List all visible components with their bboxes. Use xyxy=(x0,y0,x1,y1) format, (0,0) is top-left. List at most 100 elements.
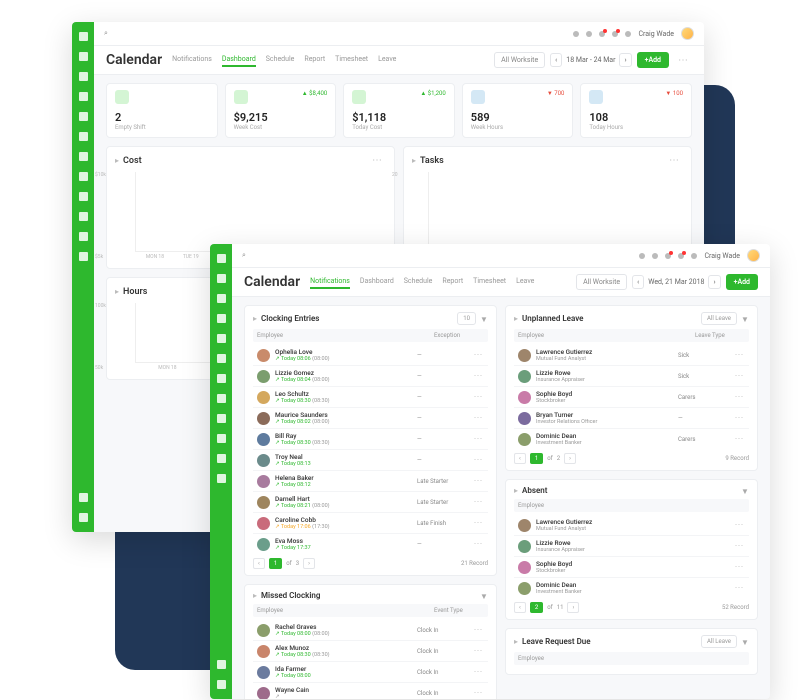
row-menu-icon[interactable]: ⋯ xyxy=(472,413,484,423)
avatar[interactable] xyxy=(747,249,760,262)
table-row[interactable]: Alex Munoz↗ Today 08:30 (08:30)Clock In⋯ xyxy=(253,641,488,662)
page-next[interactable]: › xyxy=(567,602,579,613)
mail-icon[interactable] xyxy=(652,253,658,259)
row-menu-icon[interactable]: ⋯ xyxy=(733,392,745,402)
page-next[interactable]: › xyxy=(303,558,315,569)
tab-notifications[interactable]: Notifications xyxy=(172,53,212,67)
more-icon[interactable]: ⋯ xyxy=(674,55,692,66)
row-menu-icon[interactable]: ⋯ xyxy=(733,562,745,572)
row-menu-icon[interactable]: ⋯ xyxy=(472,518,484,528)
table-row[interactable]: Troy Neal↗ Today 08:13 —⋯ xyxy=(253,450,488,471)
add-button[interactable]: +Add xyxy=(726,274,758,290)
chat-icon[interactable] xyxy=(678,253,684,259)
expand-icon[interactable]: ▸ xyxy=(514,486,518,495)
sidebar-item[interactable] xyxy=(79,152,88,161)
row-menu-icon[interactable]: ⋯ xyxy=(472,434,484,444)
search-icon[interactable]: ⌕ xyxy=(104,29,108,38)
table-row[interactable]: Caroline Cobb↗ Today 17:06 (17:30)Late F… xyxy=(253,513,488,534)
sidebar-item[interactable] xyxy=(79,132,88,141)
tab-dashboard[interactable]: Dashboard xyxy=(222,53,256,67)
row-menu-icon[interactable]: ⋯ xyxy=(733,371,745,381)
expand-icon[interactable]: ▸ xyxy=(412,156,416,165)
table-row[interactable]: Sophie BoydStockbroker⋯ xyxy=(514,557,749,578)
sidebar-item[interactable] xyxy=(217,394,226,403)
row-menu-icon[interactable]: ⋯ xyxy=(733,541,745,551)
row-menu-icon[interactable]: ⋯ xyxy=(472,455,484,465)
tab-timesheet[interactable]: Timesheet xyxy=(335,53,368,67)
table-row[interactable]: Lizzie RoweInsurance Appraiser⋯ xyxy=(514,536,749,557)
sidebar-item[interactable] xyxy=(79,52,88,61)
help-icon[interactable] xyxy=(573,31,579,37)
tab-notifications[interactable]: Notifications xyxy=(310,275,350,289)
table-row[interactable]: Sophie BoydStockbrokerCarers⋯ xyxy=(514,387,749,408)
table-row[interactable]: Leo Schultz↗ Today 08:30 (08:30)—⋯ xyxy=(253,387,488,408)
sidebar-item[interactable] xyxy=(217,434,226,443)
tab-schedule[interactable]: Schedule xyxy=(404,275,433,289)
sidebar-item[interactable] xyxy=(217,454,226,463)
leave-select[interactable]: All Leave xyxy=(701,312,737,325)
tab-report[interactable]: Report xyxy=(304,53,325,67)
row-menu-icon[interactable]: ⋯ xyxy=(472,539,484,549)
sidebar-item[interactable] xyxy=(217,680,226,689)
stat-card[interactable]: ▼ 100108Today Hours xyxy=(580,83,692,138)
sidebar-item[interactable] xyxy=(217,334,226,343)
page-num[interactable]: 1 xyxy=(269,558,282,569)
tab-dashboard[interactable]: Dashboard xyxy=(360,275,394,289)
sidebar-item[interactable] xyxy=(79,112,88,121)
expand-icon[interactable]: ▸ xyxy=(253,591,257,600)
sidebar-item[interactable] xyxy=(217,414,226,423)
row-menu-icon[interactable]: ⋯ xyxy=(733,583,745,593)
date-next[interactable]: › xyxy=(619,53,631,67)
sidebar-item[interactable] xyxy=(79,72,88,81)
more-icon[interactable]: ⋯ xyxy=(665,155,683,166)
row-menu-icon[interactable]: ⋯ xyxy=(472,371,484,381)
sidebar-item[interactable] xyxy=(79,232,88,241)
stat-card[interactable]: 2Empty Shift xyxy=(106,83,218,138)
row-menu-icon[interactable]: ⋯ xyxy=(472,497,484,507)
table-row[interactable]: Maurice Saunders↗ Today 08:02 (08:00)—⋯ xyxy=(253,408,488,429)
row-menu-icon[interactable]: ⋯ xyxy=(733,520,745,530)
page-num[interactable]: 1 xyxy=(530,453,543,464)
table-row[interactable]: Lawrence GutierrezMutual Fund Analyst⋯ xyxy=(514,515,749,536)
avatar[interactable] xyxy=(681,27,694,40)
table-row[interactable]: Helena Baker↗ Today 08:12 Late Starter⋯ xyxy=(253,471,488,492)
app-icon[interactable] xyxy=(625,31,631,37)
username[interactable]: Craig Wade xyxy=(638,30,674,38)
filter-icon[interactable]: ▼ xyxy=(480,315,488,323)
count-select[interactable]: 10 xyxy=(457,312,476,325)
date-value[interactable]: Wed, 21 Mar 2018 xyxy=(648,278,704,286)
bell-icon[interactable] xyxy=(665,253,671,259)
row-menu-icon[interactable]: ⋯ xyxy=(733,413,745,423)
tab-leave[interactable]: Leave xyxy=(516,275,534,289)
page-prev[interactable]: ‹ xyxy=(514,602,526,613)
table-row[interactable]: Ida Farmer↗ Today 08:00 Clock In⋯ xyxy=(253,662,488,683)
page-next[interactable]: › xyxy=(564,453,576,464)
sidebar-item[interactable] xyxy=(217,294,226,303)
bell-icon[interactable] xyxy=(599,31,605,37)
filter-icon[interactable]: ▼ xyxy=(741,638,749,646)
table-row[interactable]: Rachel Graves↗ Today 08:00 (08:00)Clock … xyxy=(253,620,488,641)
table-row[interactable]: Dominic DeanInvestment BankerCarers⋯ xyxy=(514,429,749,449)
tab-leave[interactable]: Leave xyxy=(378,53,396,67)
date-prev[interactable]: ‹ xyxy=(550,53,562,67)
expand-icon[interactable]: ▸ xyxy=(514,637,518,646)
row-menu-icon[interactable]: ⋯ xyxy=(472,392,484,402)
search-icon[interactable]: ⌕ xyxy=(242,251,246,260)
sidebar-item[interactable] xyxy=(79,192,88,201)
sidebar-item[interactable] xyxy=(79,32,88,41)
filter-icon[interactable]: ▼ xyxy=(741,487,749,495)
sidebar-item[interactable] xyxy=(217,474,226,483)
page-prev[interactable]: ‹ xyxy=(253,558,265,569)
sidebar-item[interactable] xyxy=(79,92,88,101)
worksite-select[interactable]: All Worksite xyxy=(494,52,545,68)
row-menu-icon[interactable]: ⋯ xyxy=(472,688,484,698)
row-menu-icon[interactable]: ⋯ xyxy=(472,625,484,635)
row-menu-icon[interactable]: ⋯ xyxy=(733,434,745,444)
table-row[interactable]: Lizzie Gomez↗ Today 08:04 (08:00)—⋯ xyxy=(253,366,488,387)
sidebar-item[interactable] xyxy=(79,493,88,502)
sidebar-item[interactable] xyxy=(79,212,88,221)
row-menu-icon[interactable]: ⋯ xyxy=(733,350,745,360)
table-row[interactable]: Dominic DeanInvestment Banker⋯ xyxy=(514,578,749,598)
sidebar-item[interactable] xyxy=(217,354,226,363)
table-row[interactable]: Lizzie RoweInsurance AppraiserSick⋯ xyxy=(514,366,749,387)
